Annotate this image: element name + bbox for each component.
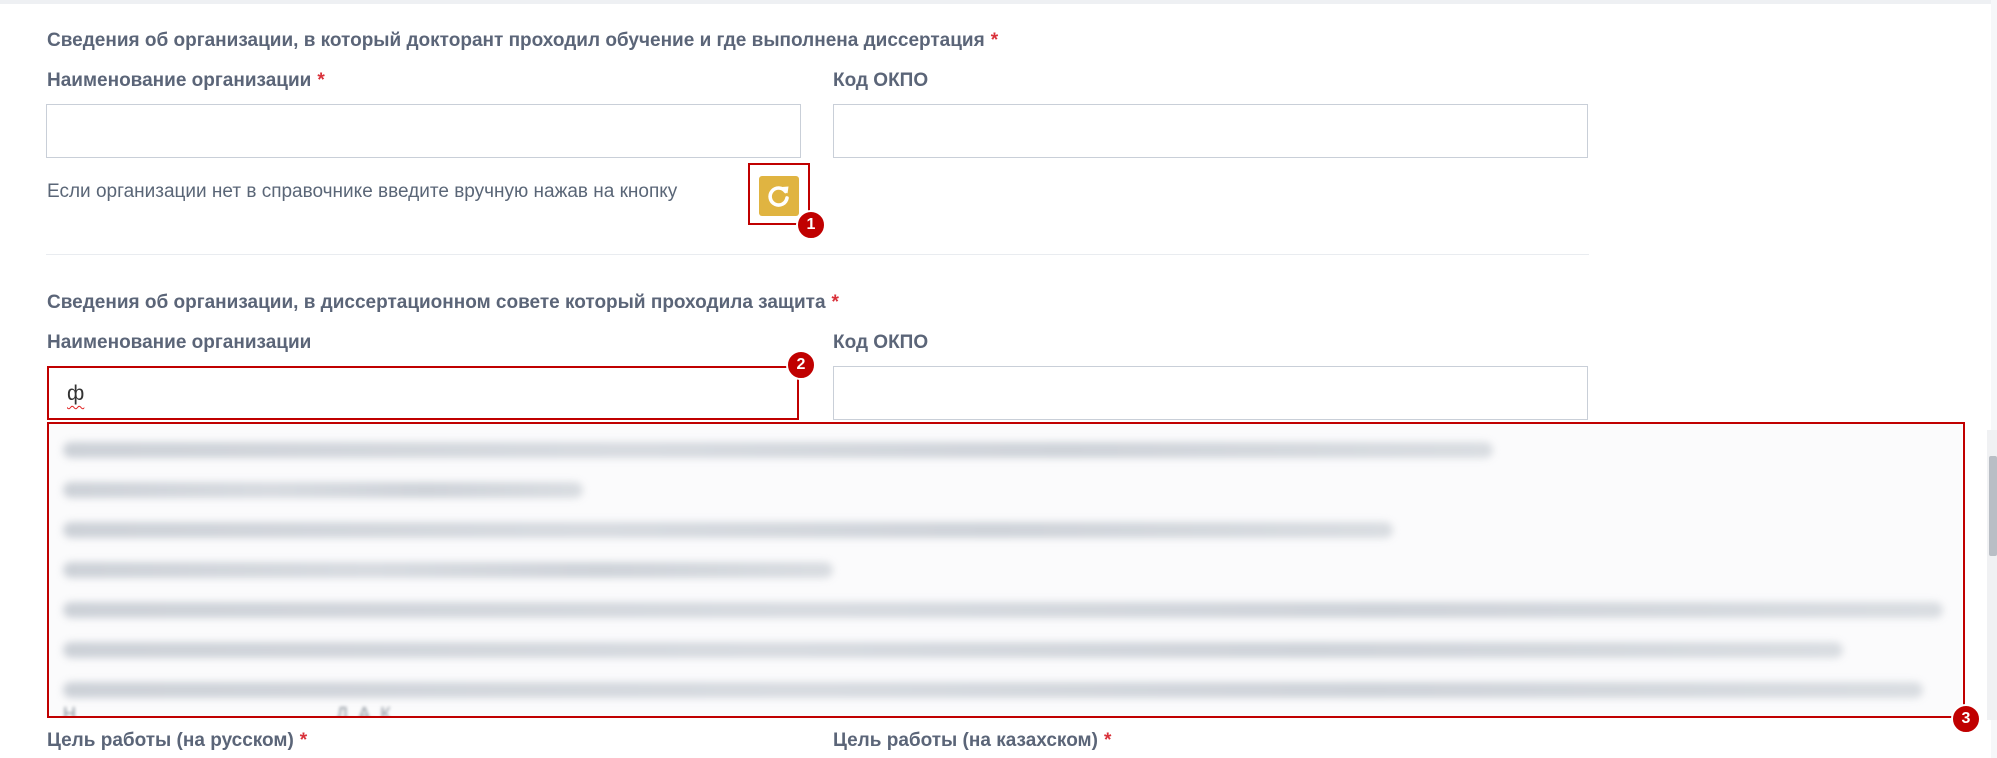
refresh-icon — [766, 183, 792, 209]
dropdown-option[interactable] — [63, 522, 1393, 538]
annotation-badge-2: 2 — [786, 350, 816, 380]
annotation-badge-1: 1 — [796, 210, 826, 240]
section1-org-name-label: Наименование организации * — [47, 70, 325, 92]
section-divider — [46, 254, 1589, 255]
typed-text: ф — [67, 382, 85, 405]
dropdown-option[interactable] — [63, 442, 1493, 458]
dropdown-option[interactable] — [63, 682, 1923, 698]
top-bar — [0, 0, 1997, 4]
goal-ru-label: Цель работы (на русском) * — [47, 730, 307, 752]
section2-okpo-input[interactable] — [834, 367, 1587, 419]
required-mark: * — [299, 730, 308, 751]
autocomplete-dropdown[interactable]: Н Д. А. К — [47, 424, 1962, 717]
goal-ru-label-text: Цель работы (на русском) — [47, 730, 294, 751]
section2-okpo-label: Код ОКПО — [833, 332, 929, 353]
annotation-badge-3: 3 — [1951, 704, 1981, 734]
section1-okpo-field[interactable] — [833, 104, 1588, 158]
section2-org-name-label: Наименование организации — [47, 332, 312, 353]
dropdown-partial-text: Н Д. А. К — [63, 704, 391, 717]
org-name-label-text: Наименование организации — [47, 70, 312, 91]
section1-org-name-input[interactable] — [47, 105, 800, 157]
dropdown-option[interactable] — [63, 562, 833, 578]
required-mark: * — [990, 30, 999, 51]
dropdown-scroll-thumb[interactable] — [1989, 456, 1997, 556]
section2-org-name-field[interactable]: ф — [47, 366, 799, 420]
dropdown-option[interactable] — [63, 642, 1843, 658]
dropdown-option[interactable] — [63, 602, 1943, 618]
section1-title-text: Сведения об организации, в который докто… — [47, 30, 985, 51]
manual-entry-button[interactable] — [759, 176, 799, 216]
section2-org-name-input[interactable]: ф — [67, 382, 84, 406]
section1-okpo-input[interactable] — [834, 105, 1587, 157]
goal-kz-label: Цель работы (на казахском) * — [833, 730, 1111, 752]
goal-kz-label-text: Цель работы (на казахском) — [833, 730, 1098, 751]
section2-okpo-field[interactable] — [833, 366, 1588, 420]
section1-title: Сведения об организации, в который докто… — [47, 30, 998, 52]
manual-entry-hint: Если организации нет в справочнике введи… — [47, 181, 678, 202]
section1-org-name-field[interactable] — [46, 104, 801, 158]
section1-okpo-label: Код ОКПО — [833, 70, 929, 91]
section2-title-text: Сведения об организации, в диссертационн… — [47, 292, 826, 313]
required-mark: * — [317, 70, 325, 91]
section2-title: Сведения об организации, в диссертационн… — [47, 292, 839, 314]
required-mark: * — [831, 292, 839, 313]
dropdown-option[interactable] — [63, 482, 583, 498]
required-mark: * — [1103, 730, 1112, 751]
